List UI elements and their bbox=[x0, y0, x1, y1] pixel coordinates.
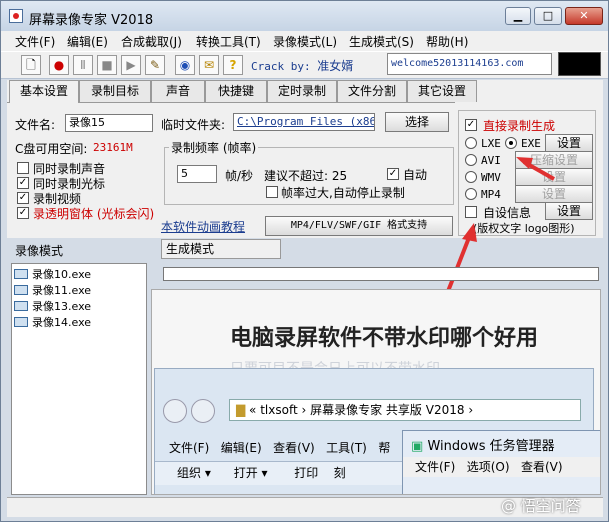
file-icon bbox=[14, 285, 28, 295]
tab-basic[interactable]: 基本设置 bbox=[9, 80, 79, 103]
preview-address-bar: ▇ « tlxsoft › 屏幕录像专家 共享版 V2018 › bbox=[229, 399, 581, 421]
preview-area: 电脑录屏软件不带水印哪个好用 只要可目不是会日上可以不带水印 ▇ « tlxso… bbox=[151, 289, 601, 495]
preview-task-manager: ▣ Windows 任务管理器 文件(F) 选项(O) 查看(V) bbox=[402, 430, 600, 494]
file-icon bbox=[14, 317, 28, 327]
taskmgr-title: ▣ Windows 任务管理器 bbox=[411, 439, 555, 454]
list-item[interactable]: 录像11.exe bbox=[14, 282, 91, 298]
preview-explorer-menu: 文件(F) 编辑(E) 查看(V) 工具(T) 帮 bbox=[169, 441, 391, 455]
preview-article-title: 电脑录屏软件不带水印哪个好用 bbox=[230, 326, 539, 351]
watermark: @ 悟空问答 bbox=[501, 497, 581, 515]
file-icon bbox=[14, 269, 28, 279]
back-icon bbox=[163, 399, 187, 423]
list-item[interactable]: 录像10.exe bbox=[14, 266, 91, 282]
forward-icon bbox=[191, 399, 215, 423]
gen-mode-header[interactable]: 生成模式 bbox=[161, 239, 281, 259]
record-mode-header: 录像模式 bbox=[15, 244, 64, 258]
taskmgr-icon: ▣ bbox=[411, 439, 424, 454]
file-icon bbox=[14, 301, 28, 311]
list-item[interactable]: 录像13.exe bbox=[14, 298, 91, 314]
app-window: 屏幕录像专家 V2018 ▁ □ ✕ 文件(F) 编辑(E) 合成截取(J) 转… bbox=[0, 0, 609, 522]
list-item[interactable]: 录像14.exe bbox=[14, 314, 91, 330]
arrow-to-direct-record bbox=[443, 223, 477, 300]
folder-icon: ▇ bbox=[236, 403, 246, 417]
taskmgr-menu: 文件(F) 选项(O) 查看(V) bbox=[403, 457, 600, 477]
arrow-to-exe bbox=[516, 157, 555, 181]
progress-field bbox=[163, 267, 599, 281]
recording-file-list[interactable]: 录像10.exe 录像11.exe 录像13.exe 录像14.exe bbox=[11, 263, 147, 495]
